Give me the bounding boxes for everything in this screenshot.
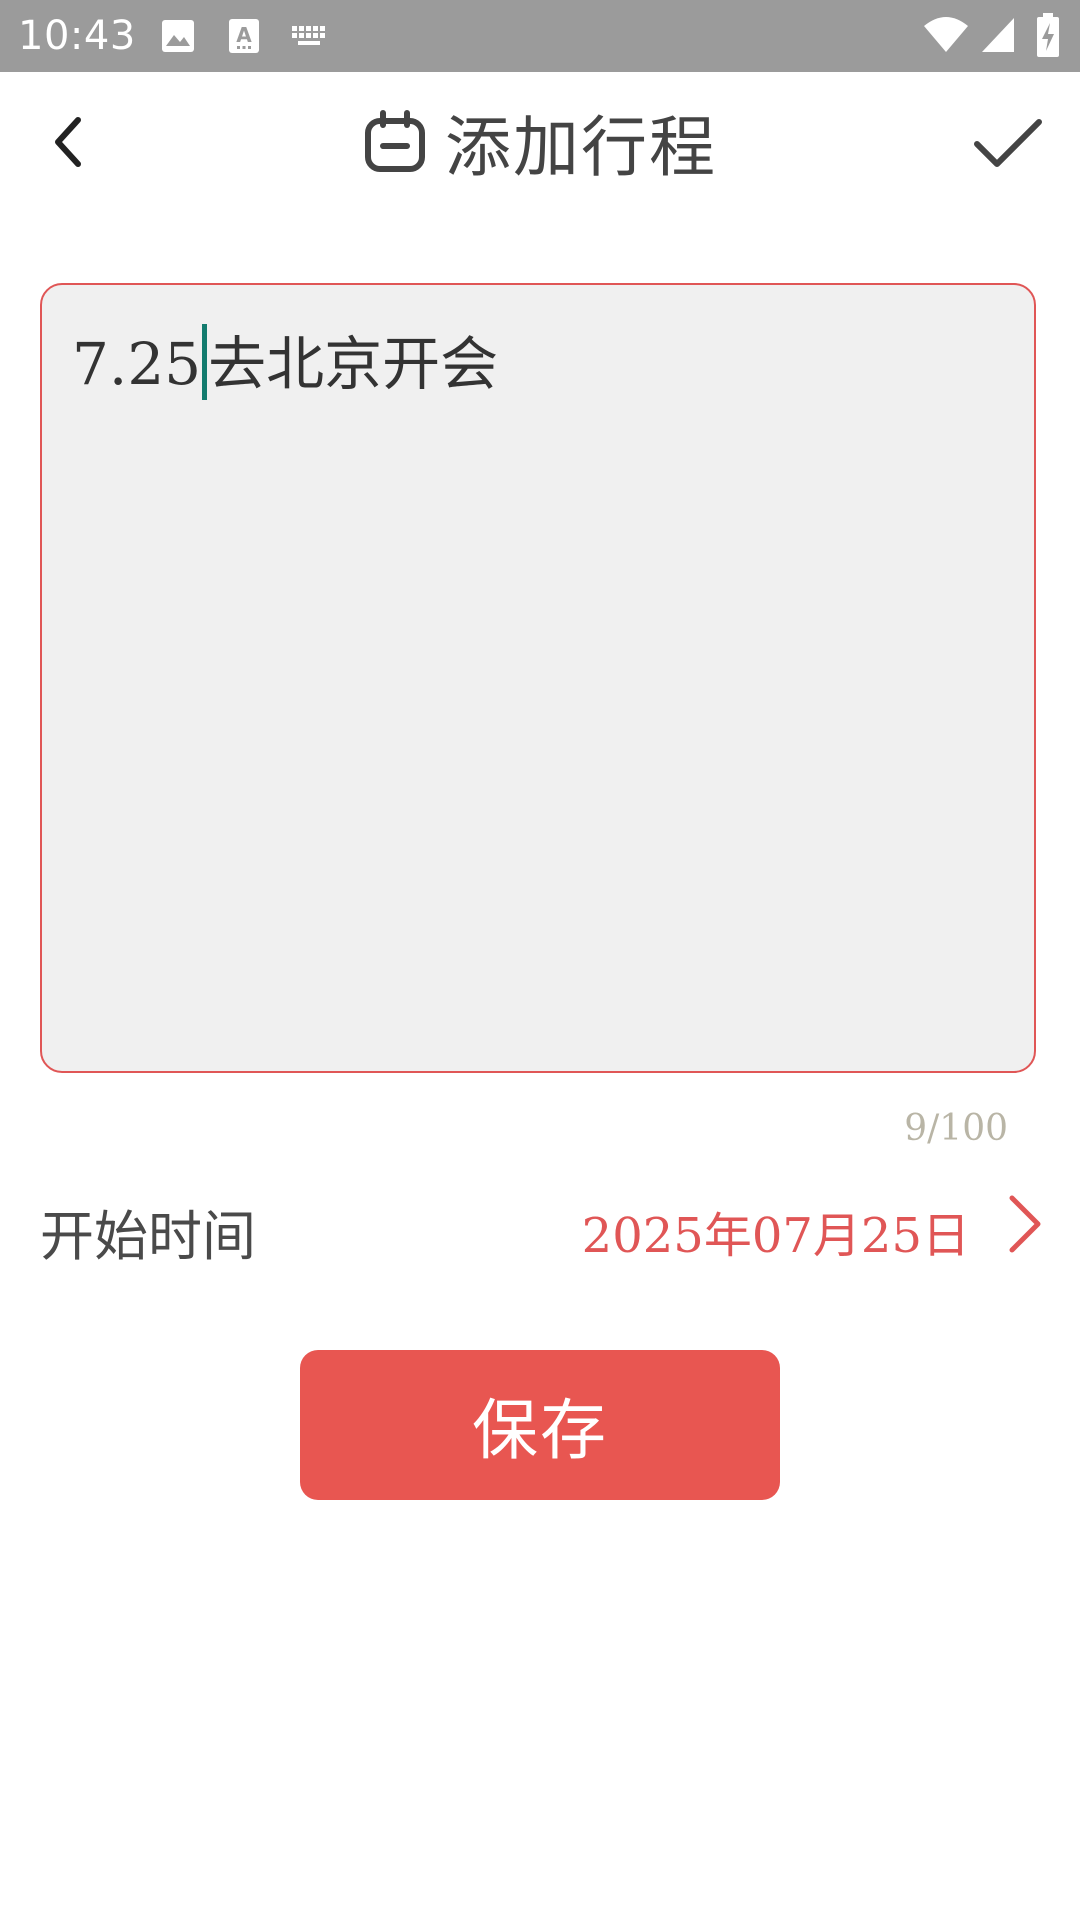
text-before-caret: 7.25 [72, 330, 202, 398]
title-area: 添加行程 [0, 72, 1080, 212]
save-button[interactable]: 保存 [300, 1350, 780, 1500]
app-bar: 添加行程 [0, 72, 1080, 212]
page-title: 添加行程 [445, 109, 717, 186]
chevron-right-icon[interactable] [1000, 1192, 1048, 1256]
checkmark-icon [974, 119, 1042, 167]
character-counter: 9/100 [904, 1108, 1008, 1149]
cell-signal-icon [982, 18, 1014, 52]
start-time-label: 开始时间 [40, 1205, 256, 1268]
keyboard-icon [292, 26, 325, 45]
back-button[interactable] [36, 102, 100, 182]
schedule-text: 7.25 去北京开会 [72, 317, 498, 401]
confirm-button[interactable] [972, 108, 1044, 180]
wifi-icon [924, 17, 968, 52]
start-time-value[interactable]: 2025年07月25日 [582, 1196, 970, 1266]
text-a-icon: A [229, 19, 259, 53]
image-icon [162, 20, 194, 52]
battery-charging-icon [1037, 13, 1059, 57]
text-caret [202, 324, 208, 400]
calendar-icon [365, 110, 425, 172]
schedule-text-input[interactable]: 7.25 去北京开会 [40, 283, 1036, 1073]
svg-text:A: A [236, 23, 252, 47]
status-bar: 10:43 A [0, 0, 1080, 72]
status-time: 10:43 [18, 13, 136, 59]
text-after-caret: 去北京开会 [208, 330, 499, 398]
chevron-left-icon [55, 117, 81, 167]
